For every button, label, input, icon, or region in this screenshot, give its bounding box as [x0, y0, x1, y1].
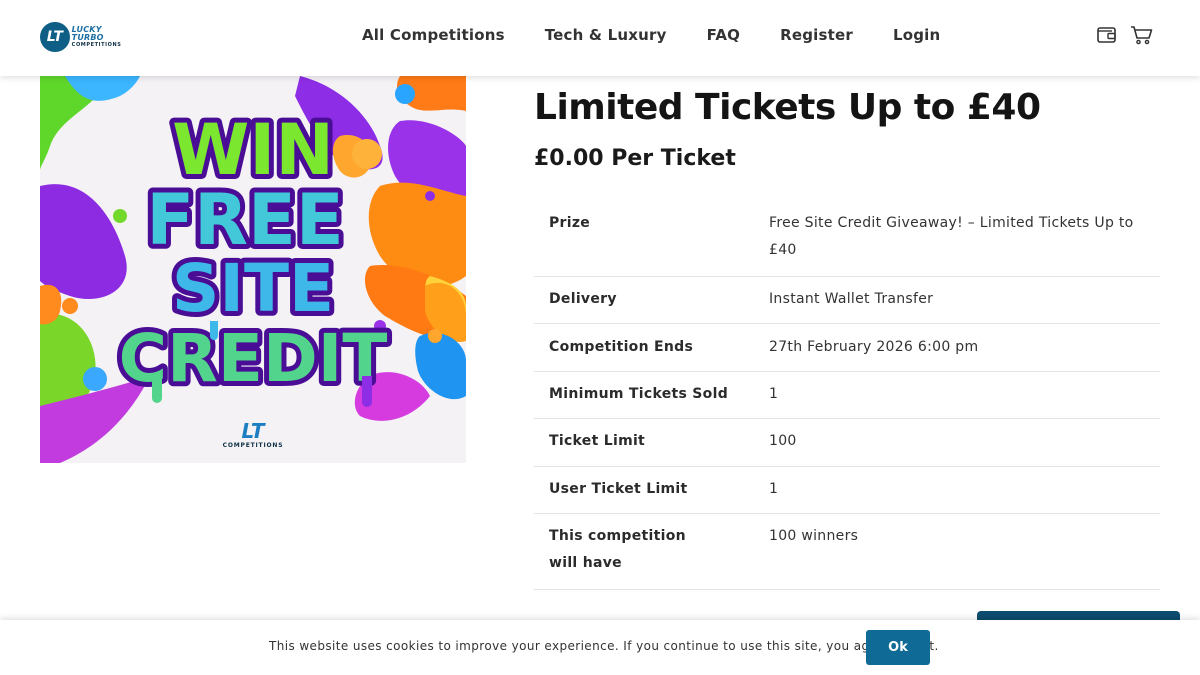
- spec-row-winners: This competition will have 100 winners: [534, 514, 1160, 590]
- spec-value: 1: [769, 481, 779, 497]
- logo-line2: COMPETITIONS: [71, 42, 122, 48]
- spec-label: Ticket Limit: [549, 433, 646, 449]
- product-title: Limited Tickets Up to £40: [534, 87, 1041, 128]
- spec-row-prize: Prize Free Site Credit Giveaway! – Limit…: [534, 200, 1160, 277]
- spec-value: Free Site Credit Giveaway! – Limited Tic…: [769, 215, 1134, 258]
- spec-value: Instant Wallet Transfer: [769, 291, 934, 307]
- spec-table: Prize Free Site Credit Giveaway! – Limit…: [534, 200, 1160, 590]
- spec-row-user-ticket-limit: User Ticket Limit 1: [534, 467, 1160, 514]
- spec-value: 100 winners: [769, 528, 859, 544]
- nav-register[interactable]: Register: [780, 26, 853, 44]
- logo-line1: LUCKY TURBO: [71, 25, 104, 42]
- spec-row-ticket-limit: Ticket Limit 100: [534, 419, 1160, 467]
- product-image: WIN WIN FREE FREE SITE SITE CREDIT CREDI…: [40, 76, 466, 463]
- site-logo[interactable]: LT LUCKY TURBO COMPETITIONS: [40, 22, 136, 52]
- product-price: £0.00 Per Ticket: [534, 146, 736, 171]
- spec-value: 100: [769, 433, 797, 449]
- image-brand-badge: LT: [241, 419, 265, 443]
- nav-faq[interactable]: FAQ: [707, 26, 741, 44]
- spec-row-minimum-tickets: Minimum Tickets Sold 1: [534, 372, 1160, 419]
- wallet-icon[interactable]: [1096, 24, 1118, 46]
- spec-label: Prize: [549, 215, 591, 231]
- nav-all-competitions[interactable]: All Competitions: [362, 26, 505, 44]
- image-word-site-fill: SITE: [172, 250, 334, 327]
- logo-badge: LT: [40, 22, 70, 52]
- cart-icon[interactable]: [1130, 24, 1153, 46]
- image-word-free-fill: FREE: [146, 179, 343, 261]
- nav-login[interactable]: Login: [893, 26, 940, 44]
- cookie-ok-button[interactable]: Ok: [866, 630, 930, 665]
- logo-wordmark: LUCKY TURBO COMPETITIONS: [72, 26, 136, 48]
- spec-label: Competition Ends: [549, 339, 694, 355]
- cookie-message: This website uses cookies to improve you…: [269, 639, 939, 653]
- cookie-bar: This website uses cookies to improve you…: [0, 620, 1200, 675]
- spec-value: 1: [769, 386, 779, 402]
- site-header: LT LUCKY TURBO COMPETITIONS All Competit…: [0, 0, 1200, 76]
- main-nav: All Competitions Tech & Luxury FAQ Regis…: [362, 26, 940, 44]
- spec-label: User Ticket Limit: [549, 481, 688, 497]
- spec-row-delivery: Delivery Instant Wallet Transfer: [534, 277, 1160, 324]
- spec-label: This competition will have: [549, 528, 686, 571]
- spec-row-competition-ends: Competition Ends 27th February 2026 6:00…: [534, 324, 1160, 372]
- image-brand-sub: COMPETITIONS: [223, 442, 284, 449]
- spec-value: 27th February 2026 6:00 pm: [769, 339, 979, 355]
- spec-label: Delivery: [549, 291, 617, 307]
- header-icons: [1096, 24, 1153, 46]
- nav-tech-luxury[interactable]: Tech & Luxury: [545, 26, 667, 44]
- spec-label: Minimum Tickets Sold: [549, 386, 729, 402]
